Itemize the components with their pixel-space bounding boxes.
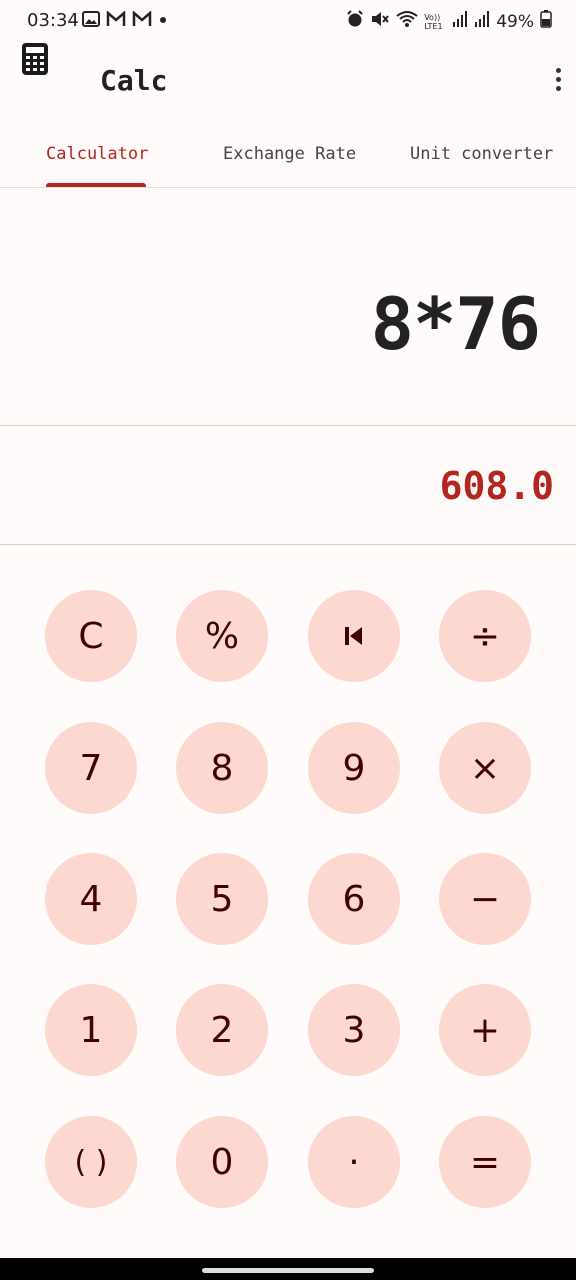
key-7[interactable]: 7 [45,722,137,814]
active-tab-indicator [46,183,146,187]
percent-button[interactable]: % [176,590,268,682]
equals-button[interactable]: = [439,1116,531,1208]
minus-button[interactable]: − [439,853,531,945]
backspace-button[interactable] [308,590,400,682]
gmail-icon [106,10,126,31]
key-3[interactable]: 3 [308,984,400,1076]
key-4[interactable]: 4 [45,853,137,945]
battery-icon [540,10,552,33]
backspace-icon [342,624,366,648]
result-display: 608.0 [439,464,554,508]
app-title: Calc [100,64,168,97]
calculator-icon [20,42,50,76]
status-bar: 03:34 Vo)) LTE1 49% [0,0,576,40]
alarm-icon [346,10,364,33]
home-indicator[interactable] [202,1268,374,1273]
signal-icon [452,10,468,33]
status-time: 03:34 [27,10,79,31]
key-1[interactable]: 1 [45,984,137,1076]
key-0[interactable]: 0 [176,1116,268,1208]
plus-button[interactable]: + [439,984,531,1076]
mute-icon [370,10,390,33]
tab-unit-converter[interactable]: Unit converter [410,144,553,164]
key-6[interactable]: 6 [308,853,400,945]
notification-dot-icon [158,11,168,31]
clear-button[interactable]: C [45,590,137,682]
key-5[interactable]: 5 [176,853,268,945]
navigation-bar [0,1258,576,1280]
parentheses-button[interactable]: ( ) [45,1116,137,1208]
expression-display: 8*76 [370,282,541,366]
signal-icon [474,10,490,33]
battery-percent: 49% [496,11,534,32]
wifi-icon [396,10,418,33]
key-2[interactable]: 2 [176,984,268,1076]
gallery-icon [82,11,100,31]
display-divider [0,425,576,426]
calculator-screen: 03:34 Vo)) LTE1 49% Calc Calculator Exch… [0,0,576,1280]
multiply-button[interactable]: × [439,722,531,814]
decimal-button[interactable]: · [308,1116,400,1208]
keypad-divider [0,544,576,545]
network-label: Vo)) LTE1 [424,12,443,31]
tab-exchange-rate[interactable]: Exchange Rate [223,144,356,164]
divide-button[interactable]: ÷ [439,590,531,682]
key-8[interactable]: 8 [176,722,268,814]
tab-calculator[interactable]: Calculator [46,144,148,164]
key-9[interactable]: 9 [308,722,400,814]
tab-bar: Calculator Exchange Rate Unit converter [0,128,576,188]
gmail-icon [132,10,152,31]
more-vert-icon[interactable] [548,68,568,98]
